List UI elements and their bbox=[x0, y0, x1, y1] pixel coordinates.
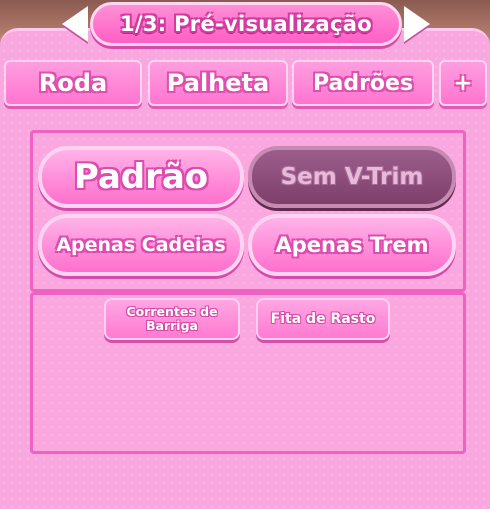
tab-palheta[interactable]: Palheta bbox=[148, 60, 288, 106]
preview-header: 1/3: Pré-visualização bbox=[62, 2, 430, 46]
header-title: 1/3: Pré-visualização bbox=[120, 12, 372, 36]
tab-roda[interactable]: Roda bbox=[4, 60, 142, 106]
correntes-de-barriga-button[interactable]: Correntes de Barriga bbox=[104, 298, 240, 340]
apenas-cadeias-button[interactable]: Apenas Cadeias bbox=[38, 214, 244, 276]
sem-v-trim-button[interactable]: Sem V-Trim bbox=[248, 146, 456, 208]
apenas-trem-button[interactable]: Apenas Trem bbox=[248, 214, 456, 276]
add-tab-button[interactable]: + bbox=[439, 60, 487, 106]
correntes-line2: Barriga bbox=[146, 318, 198, 333]
arrow-left-icon[interactable] bbox=[62, 6, 88, 42]
category-tabs: Roda Palheta Padrões + bbox=[4, 60, 487, 108]
correntes-label: Correntes de Barriga bbox=[126, 303, 218, 334]
fita-de-rasto-button[interactable]: Fita de Rasto bbox=[256, 298, 390, 340]
padrao-button[interactable]: Padrão bbox=[38, 146, 244, 208]
extras-group bbox=[30, 292, 466, 454]
arrow-right-icon[interactable] bbox=[404, 6, 430, 42]
tab-padroes[interactable]: Padrões bbox=[292, 60, 434, 106]
correntes-line1: Correntes de bbox=[126, 303, 218, 319]
